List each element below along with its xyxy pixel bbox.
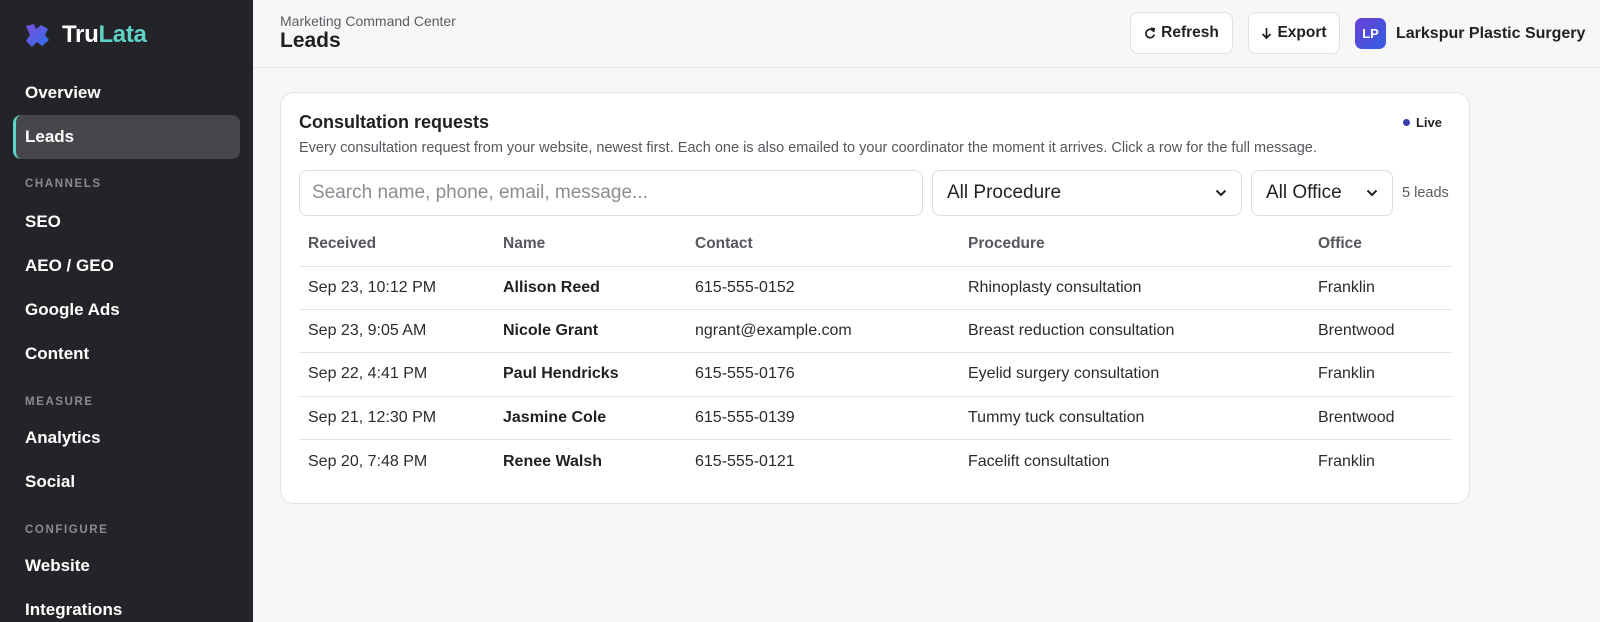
search-input[interactable] <box>299 170 923 216</box>
cell-name: Renee Walsh <box>503 452 602 470</box>
brand-logo[interactable]: TruLata <box>0 0 253 70</box>
export-label: Export <box>1277 24 1327 41</box>
org-switcher[interactable]: LP Larkspur Plastic Surgery <box>1355 18 1585 49</box>
refresh-button[interactable]: Refresh <box>1130 12 1233 54</box>
leads-table: Received Name Contact Procedure Office S… <box>299 223 1452 483</box>
avatar: LP <box>1355 18 1386 49</box>
cell-contact: ngrant@example.com <box>686 309 959 354</box>
cell-received: Sep 22, 4:41 PM <box>299 352 494 397</box>
sidebar-item-overview[interactable]: Overview <box>13 71 240 115</box>
sidebar-item-seo[interactable]: SEO <box>13 200 240 244</box>
cell-procedure: Breast reduction consultation <box>959 309 1309 354</box>
sidebar-item-integrations[interactable]: Integrations <box>13 588 240 622</box>
brand-prefix: Tru <box>62 21 99 48</box>
table-header-row: Received Name Contact Procedure Office <box>299 223 1452 267</box>
card-description: Every consultation request from your web… <box>299 140 1317 156</box>
card-title: Consultation requests <box>299 112 490 132</box>
cell-name: Paul Hendricks <box>494 352 686 397</box>
table-row[interactable]: Sep 20, 7:48 PM Renee Walsh 615-555-0121… <box>299 440 1452 483</box>
leads-count: 5 leads <box>1402 185 1449 201</box>
sidebar-item-aeo-geo[interactable]: AEO / GEO <box>13 244 240 288</box>
puzzle-logo-icon <box>26 24 49 47</box>
sidebar-item-analytics[interactable]: Analytics <box>13 416 240 460</box>
sidebar-section-measure: MEASURE <box>25 396 94 408</box>
column-header-name[interactable]: Name <box>494 223 686 267</box>
cell-contact: 615-555-0152 <box>686 266 959 310</box>
cell-office: Franklin <box>1309 266 1452 310</box>
live-indicator: Live <box>1402 115 1442 130</box>
sidebar-item-leads[interactable]: Leads <box>13 115 240 159</box>
procedure-filter-select[interactable]: All Procedure <box>932 170 1242 216</box>
cell-office: Franklin <box>1318 452 1375 470</box>
cell-contact: 615-555-0176 <box>686 352 959 397</box>
cell-procedure: Eyelid surgery consultation <box>959 352 1309 397</box>
chevron-down-icon <box>1215 189 1227 197</box>
sidebar-item-content[interactable]: Content <box>13 332 240 376</box>
table-row[interactable]: Sep 22, 4:41 PM Paul Hendricks 615-555-0… <box>299 352 1452 397</box>
sidebar-item-google-ads[interactable]: Google Ads <box>13 288 240 332</box>
cell-procedure: Tummy tuck consultation <box>959 396 1309 441</box>
cell-office: Franklin <box>1309 352 1452 397</box>
brand-name: TruLata <box>62 21 147 49</box>
cell-office: Brentwood <box>1309 396 1452 441</box>
cell-received: Sep 20, 7:48 PM <box>308 452 428 470</box>
arrow-down-icon <box>1262 27 1272 39</box>
consultation-requests-card: Consultation requests Live Every consult… <box>280 92 1470 504</box>
column-header-office[interactable]: Office <box>1309 223 1452 267</box>
table-row[interactable]: Sep 23, 9:05 AM Nicole Grant ngrant@exam… <box>299 309 1452 354</box>
sidebar-section-configure: CONFIGURE <box>25 524 109 536</box>
sidebar-item-social[interactable]: Social <box>13 460 240 504</box>
cell-name: Allison Reed <box>494 266 686 310</box>
column-header-received[interactable]: Received <box>299 223 494 267</box>
cell-received: Sep 23, 9:05 AM <box>299 309 494 354</box>
live-label: Live <box>1415 115 1442 130</box>
cell-name: Nicole Grant <box>494 309 686 354</box>
chevron-down-icon <box>1366 189 1378 197</box>
top-bar: Marketing Command Center Leads Refresh E… <box>253 0 1600 68</box>
column-header-contact[interactable]: Contact <box>686 223 959 267</box>
office-filter-value: All Office <box>1266 182 1342 203</box>
cell-office: Brentwood <box>1309 309 1452 354</box>
table-row[interactable]: Sep 21, 12:30 PM Jasmine Cole 615-555-01… <box>299 396 1452 441</box>
main-content: Marketing Command Center Leads Refresh E… <box>253 0 1600 622</box>
brand-suffix: Lata <box>98 21 147 48</box>
cell-procedure: Facelift consultation <box>968 452 1110 470</box>
page-title: Leads <box>280 29 341 52</box>
cell-contact: 615-555-0121 <box>695 452 795 470</box>
sidebar-section-channels: CHANNELS <box>25 178 102 190</box>
cell-name: Jasmine Cole <box>494 396 686 441</box>
column-header-procedure[interactable]: Procedure <box>959 223 1309 267</box>
refresh-label: Refresh <box>1161 24 1219 41</box>
refresh-icon <box>1145 26 1156 39</box>
office-filter-select[interactable]: All Office <box>1251 170 1393 216</box>
cell-received: Sep 21, 12:30 PM <box>299 396 494 441</box>
live-dot-icon <box>1402 119 1410 126</box>
cell-contact: 615-555-0139 <box>686 396 959 441</box>
table-row[interactable]: Sep 23, 10:12 PM Allison Reed 615-555-01… <box>299 266 1452 310</box>
org-name: Larkspur Plastic Surgery <box>1396 24 1586 42</box>
sidebar: TruLata Overview Leads CHANNELS SEO AEO … <box>0 0 253 622</box>
export-button[interactable]: Export <box>1248 12 1340 54</box>
cell-received: Sep 23, 10:12 PM <box>299 266 494 310</box>
sidebar-item-website[interactable]: Website <box>13 544 240 588</box>
breadcrumb: Marketing Command Center <box>280 13 456 29</box>
cell-procedure: Rhinoplasty consultation <box>959 266 1309 310</box>
procedure-filter-value: All Procedure <box>947 182 1062 203</box>
